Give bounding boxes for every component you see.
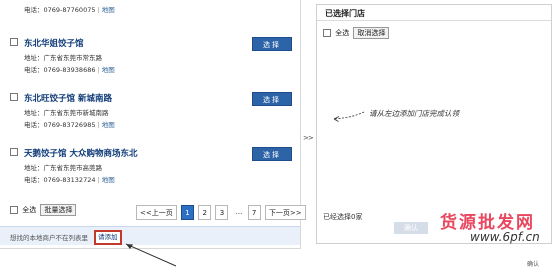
selected-count: 已经选择0家 [323,213,363,221]
add-store-button[interactable]: 请添加 [94,230,122,245]
store-checkbox[interactable] [10,38,18,46]
pagination: <<上一页 1 2 3 ... 7 下一页>> [136,205,308,220]
store-phone: 电话：0769-83726985 | 地图 [24,121,115,129]
select-all-checkbox[interactable] [10,206,18,214]
store-phone: 电话：0769-87760075 | 地图 [24,6,115,14]
cancel-selection-button[interactable]: 取消选择 [353,27,390,39]
map-link[interactable]: 地图 [102,6,115,14]
store-phone: 电话：0769-83132724 | 地图 [24,176,115,184]
store-address: 地址：广东省东莞市常东路 [24,54,102,62]
add-store-hint: 请从左边添加门店完成认领 [369,109,459,118]
page-3-button[interactable]: 3 [215,205,229,220]
selected-bulk-actions: 全选 取消选择 [323,27,390,39]
select-store-button[interactable]: 选择 [252,37,292,51]
page-7-button[interactable]: 7 [247,205,261,220]
store-address: 地址：广东省东莞市新城南路 [24,109,109,117]
corner-label: 确认 [527,261,540,268]
map-link[interactable]: 地图 [102,66,115,74]
store-checkbox[interactable] [10,93,18,101]
store-address: 地址：广东省东莞市高莞路 [24,164,102,172]
select-all-label: 全选 [335,29,350,37]
transfer-arrow-icon[interactable]: >> [303,134,314,142]
confirm-button[interactable]: 确认 [394,222,428,234]
selected-stores-title: 已选择门店 [317,5,551,21]
next-page-button[interactable]: 下一页>> [264,205,306,220]
map-link[interactable]: 地图 [102,121,115,129]
select-store-button[interactable]: 选择 [252,147,292,161]
store-name[interactable]: 天鹅饺子馆 大众购物商场东北 [24,147,137,159]
pagination-ellipsis: ... [235,208,243,216]
bulk-select-button[interactable]: 批量选择 [40,204,77,216]
select-store-button[interactable]: 选择 [252,92,292,106]
add-store-bar: 想找的本地商户不在列表里 请添加 [0,226,300,245]
watermark-url: www.6pf.cn [470,230,540,244]
page-2-button[interactable]: 2 [198,205,212,220]
store-phone: 电话：0769-83938686 | 地图 [24,66,115,74]
map-link[interactable]: 地图 [102,176,115,184]
store-checkbox[interactable] [10,148,18,156]
select-all-label: 全选 [22,206,37,214]
missing-store-prompt: 想找的本地商户不在列表里 [10,234,88,242]
store-name[interactable]: 东北华姐饺子馆 [24,37,84,49]
store-name[interactable]: 东北旺饺子馆 新城南路 [24,92,112,104]
prev-page-button[interactable]: <<上一页 [136,205,177,220]
bulk-actions: 全选 批量选择 [10,204,77,216]
page-1-button[interactable]: 1 [180,205,194,220]
store-results-panel: 电话：0769-87760075 | 地图 东北华姐饺子馆 地址：广东省东莞市常东路… [0,0,306,249]
select-all-checkbox[interactable] [323,29,331,37]
